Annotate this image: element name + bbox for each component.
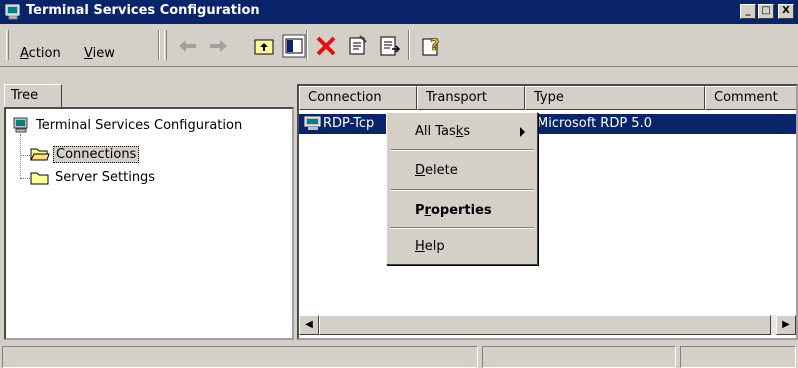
help-icon[interactable]: ? <box>420 34 444 58</box>
open-folder-icon <box>30 148 50 161</box>
column-comment[interactable]: Comment <box>705 86 796 110</box>
toolbar-grip[interactable] <box>164 30 167 60</box>
connection-icon <box>304 116 321 130</box>
column-transport[interactable]: Transport <box>417 86 525 110</box>
menu-item-all-tasks[interactable]: All Tasks <box>415 124 470 139</box>
tree-item-connections[interactable]: Connections <box>53 146 140 163</box>
context-menu: All Tasks Delete Properties Help <box>386 112 538 265</box>
delete-x-icon[interactable] <box>314 34 338 58</box>
minimize-button[interactable]: _ <box>740 4 756 19</box>
toolbar-separator <box>408 30 410 60</box>
terminal-services-icon <box>5 4 20 20</box>
back-arrow-icon[interactable] <box>176 34 200 58</box>
tree-connector <box>20 134 21 178</box>
horizontal-scrollbar[interactable]: ◀ ▶ <box>299 315 796 335</box>
close-button[interactable]: X <box>778 4 794 19</box>
tree-connector <box>20 155 30 156</box>
tree-root[interactable]: Terminal Services Configuration <box>36 118 242 133</box>
show-hide-tree-icon[interactable] <box>282 34 306 58</box>
tree-pane[interactable] <box>4 107 294 340</box>
up-folder-icon[interactable] <box>252 34 276 58</box>
menu-item-delete[interactable]: Delete <box>415 163 458 178</box>
status-cell-main <box>2 346 478 368</box>
menu-item-help[interactable]: Help <box>415 239 445 254</box>
status-cell-tertiary <box>680 346 796 368</box>
tab-tree[interactable]: Tree <box>4 84 62 108</box>
scroll-thumb[interactable] <box>319 315 771 335</box>
menu-separator <box>390 189 534 191</box>
maximize-button[interactable]: □ <box>758 4 774 19</box>
connections-list-pane[interactable]: Connection Transport Type Comment RDP-Tc… <box>297 84 798 340</box>
toolbar-grip[interactable] <box>6 30 9 60</box>
row-type: Microsoft RDP 5.0 <box>537 116 652 131</box>
status-cell-secondary <box>482 346 676 368</box>
row-connection-name: RDP-Tcp <box>323 116 375 131</box>
computer-icon <box>13 117 28 133</box>
tree-connector <box>20 178 30 179</box>
menu-separator <box>390 149 534 151</box>
submenu-arrow-icon <box>520 127 525 137</box>
column-connection[interactable]: Connection <box>299 86 417 110</box>
svg-text:?: ? <box>430 35 439 54</box>
scroll-left-button[interactable]: ◀ <box>299 315 319 335</box>
menu-action[interactable]: Action <box>20 46 61 61</box>
forward-arrow-icon[interactable] <box>206 34 230 58</box>
tree-item-server-settings[interactable]: Server Settings <box>55 170 155 185</box>
window-title: Terminal Services Configuration <box>26 3 260 18</box>
toolbar-separator <box>158 30 160 60</box>
status-bar <box>0 346 798 368</box>
menu-item-properties[interactable]: Properties <box>415 203 492 218</box>
menu-view[interactable]: View <box>84 46 115 61</box>
toolbar-separator <box>306 30 308 60</box>
export-list-icon[interactable] <box>378 34 402 58</box>
menu-separator <box>390 227 534 229</box>
properties-icon[interactable] <box>346 34 370 58</box>
scroll-right-button[interactable]: ▶ <box>776 315 796 335</box>
folder-icon <box>30 172 49 185</box>
column-type[interactable]: Type <box>525 86 705 110</box>
